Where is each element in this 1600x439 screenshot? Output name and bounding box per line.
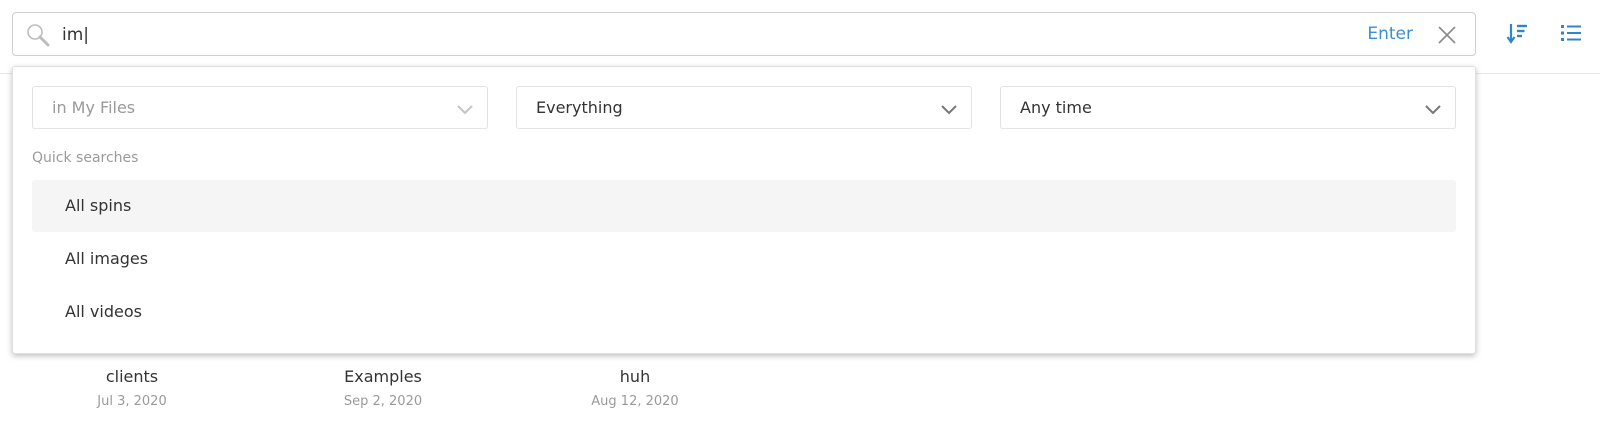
- folder-name: Examples: [344, 367, 422, 386]
- location-select-value: in My Files: [52, 98, 136, 117]
- quick-search-all-images[interactable]: All images: [32, 233, 1456, 285]
- quick-search-label: All spins: [65, 196, 132, 215]
- type-select-value: Everything: [536, 98, 623, 117]
- list-view-icon[interactable]: [1559, 21, 1583, 45]
- quick-search-all-spins[interactable]: All spins: [32, 180, 1456, 232]
- folder-item[interactable]: clients Jul 3, 2020: [42, 367, 222, 411]
- sort-icon[interactable]: [1506, 21, 1532, 47]
- enter-button[interactable]: Enter: [1367, 23, 1413, 45]
- chevron-down-icon: [1425, 105, 1441, 115]
- quick-searches-title: Quick searches: [32, 150, 139, 166]
- folder-name: clients: [105, 367, 159, 386]
- folder-name: huh: [619, 367, 651, 386]
- time-select-value: Any time: [1020, 98, 1092, 117]
- chevron-down-icon: [941, 105, 957, 115]
- quick-search-label: All videos: [65, 302, 142, 321]
- time-select[interactable]: Any time: [1000, 86, 1456, 129]
- folder-item[interactable]: huh Aug 12, 2020: [545, 367, 725, 411]
- folder-date: Jul 3, 2020: [97, 394, 167, 409]
- close-icon[interactable]: [1437, 25, 1457, 45]
- location-select[interactable]: in My Files: [32, 86, 488, 129]
- search-icon: [27, 24, 50, 47]
- search-dropdown: in My Files Everything Any time Quick se…: [12, 66, 1476, 354]
- quick-search-all-videos[interactable]: All videos: [32, 286, 1456, 338]
- search-bar[interactable]: im| Enter: [12, 12, 1476, 56]
- folder-date: Aug 12, 2020: [591, 394, 679, 409]
- quick-search-label: All images: [65, 249, 149, 268]
- folder-item[interactable]: Examples Sep 2, 2020: [293, 367, 473, 411]
- folder-date: Sep 2, 2020: [343, 394, 423, 409]
- search-input[interactable]: im|: [62, 24, 89, 46]
- type-select[interactable]: Everything: [516, 86, 972, 129]
- chevron-down-icon: [457, 105, 473, 115]
